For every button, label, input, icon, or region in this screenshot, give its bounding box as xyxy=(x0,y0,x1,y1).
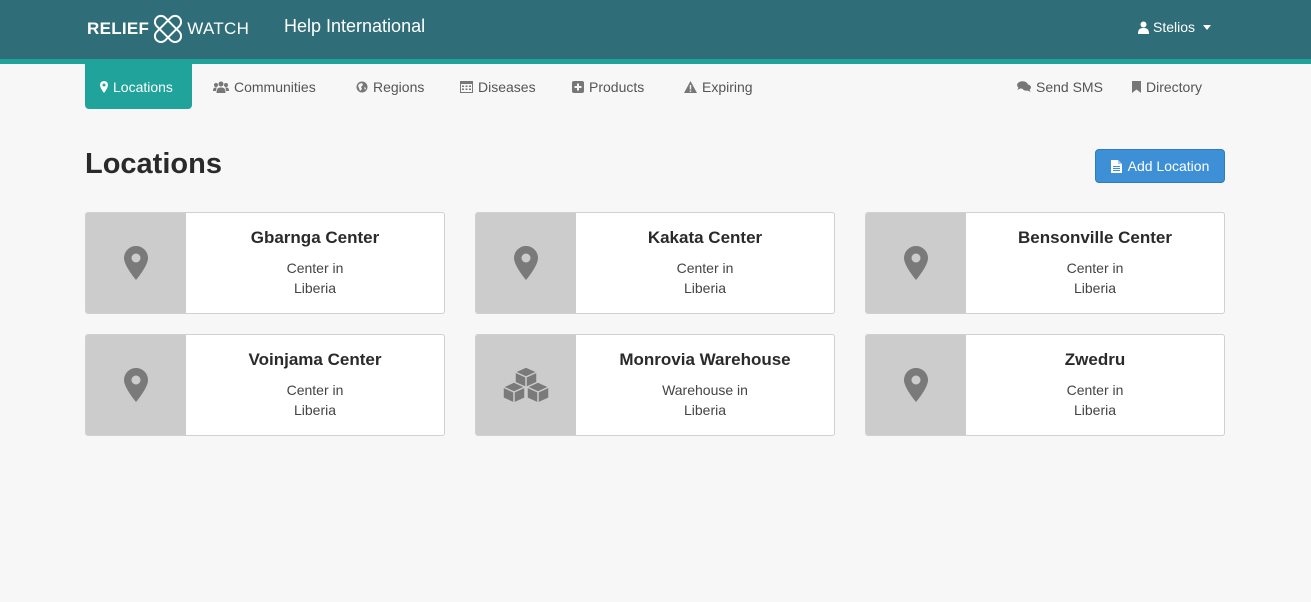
location-thumb xyxy=(86,335,186,435)
plus-square-icon xyxy=(572,80,584,93)
users-icon xyxy=(213,81,229,93)
tab-regions[interactable]: Regions xyxy=(341,64,439,109)
logo-mark-icon xyxy=(154,14,183,44)
location-name: Gbarnga Center xyxy=(250,228,380,247)
chevron-down-icon xyxy=(1203,24,1212,30)
organization-name[interactable]: Help International xyxy=(284,16,425,37)
tab-locations[interactable]: Locations xyxy=(85,64,192,109)
tab-label: Diseases xyxy=(478,78,536,95)
globe-icon xyxy=(356,81,368,92)
comments-icon xyxy=(1017,81,1031,92)
location-name: Voinjama Center xyxy=(248,350,382,369)
location-type: Center in xyxy=(286,382,344,398)
page-title: Locations xyxy=(85,148,222,180)
location-name: Bensonville Center xyxy=(1018,228,1172,247)
logo-text-relief: RELIEF xyxy=(87,19,150,38)
location-type: Center in xyxy=(676,260,734,276)
tab-expiring[interactable]: Expiring xyxy=(669,64,768,109)
map-marker-icon xyxy=(904,246,928,280)
location-country: Liberia xyxy=(1073,402,1117,418)
tab-label: Communities xyxy=(234,78,316,95)
location-country: Liberia xyxy=(683,280,727,296)
location-type: Warehouse in xyxy=(662,382,748,398)
location-card[interactable]: Gbarnga Center Center in Liberia xyxy=(85,212,445,314)
cubes-icon xyxy=(502,366,550,404)
location-country: Liberia xyxy=(293,402,337,418)
location-thumb xyxy=(866,335,966,435)
location-thumb xyxy=(866,213,966,313)
location-type: Center in xyxy=(1066,260,1124,276)
user-name: Stelios xyxy=(1153,19,1196,35)
map-marker-icon xyxy=(100,80,108,93)
relief-watch-logo[interactable]: RELIEF WATCH xyxy=(87,12,249,46)
tab-communities[interactable]: Communities xyxy=(198,64,331,109)
location-country: Liberia xyxy=(1073,280,1117,296)
tab-send-sms[interactable]: Send SMS xyxy=(1002,64,1118,109)
tab-label: Expiring xyxy=(702,78,753,95)
tab-directory[interactable]: Directory xyxy=(1117,64,1217,109)
map-marker-icon xyxy=(904,368,928,402)
location-card[interactable]: Kakata Center Center in Liberia xyxy=(475,212,835,314)
tab-products[interactable]: Products xyxy=(557,64,659,109)
tab-label: Locations xyxy=(113,78,173,95)
map-marker-icon xyxy=(124,368,148,402)
bookmark-icon xyxy=(1132,80,1141,93)
user-menu[interactable]: Stelios xyxy=(1138,19,1212,35)
location-name: Zwedru xyxy=(1064,350,1126,369)
location-country: Liberia xyxy=(293,280,337,296)
tab-diseases[interactable]: Diseases xyxy=(445,64,551,109)
file-icon xyxy=(1110,159,1122,173)
tab-label: Send SMS xyxy=(1036,78,1103,95)
location-country: Liberia xyxy=(683,402,727,418)
location-type: Center in xyxy=(286,260,344,276)
location-card[interactable]: Monrovia Warehouse Warehouse in Liberia xyxy=(475,334,835,436)
tab-label: Regions xyxy=(373,78,425,95)
location-card[interactable]: Zwedru Center in Liberia xyxy=(865,334,1225,436)
user-icon xyxy=(1138,21,1149,34)
location-thumb xyxy=(86,213,186,313)
main-nav: Locations Communities Regions Diseases P… xyxy=(0,64,1311,109)
location-card[interactable]: Bensonville Center Center in Liberia xyxy=(865,212,1225,314)
tab-label: Directory xyxy=(1146,78,1203,95)
location-thumb xyxy=(476,213,576,313)
location-card[interactable]: Voinjama Center Center in Liberia xyxy=(85,334,445,436)
location-thumb xyxy=(476,335,576,435)
add-location-label: Add Location xyxy=(1127,158,1210,174)
warning-icon xyxy=(684,80,697,93)
tab-label: Products xyxy=(589,78,645,95)
logo-text-watch: WATCH xyxy=(187,19,250,38)
map-marker-icon xyxy=(124,246,148,280)
map-marker-icon xyxy=(514,246,538,280)
location-name: Kakata Center xyxy=(647,228,763,247)
add-location-button[interactable]: Add Location xyxy=(1095,149,1225,183)
top-bar: RELIEF WATCH Help International Stelios xyxy=(0,0,1311,59)
location-name: Monrovia Warehouse xyxy=(619,350,791,369)
location-type: Center in xyxy=(1066,382,1124,398)
calendar-icon xyxy=(460,81,473,93)
